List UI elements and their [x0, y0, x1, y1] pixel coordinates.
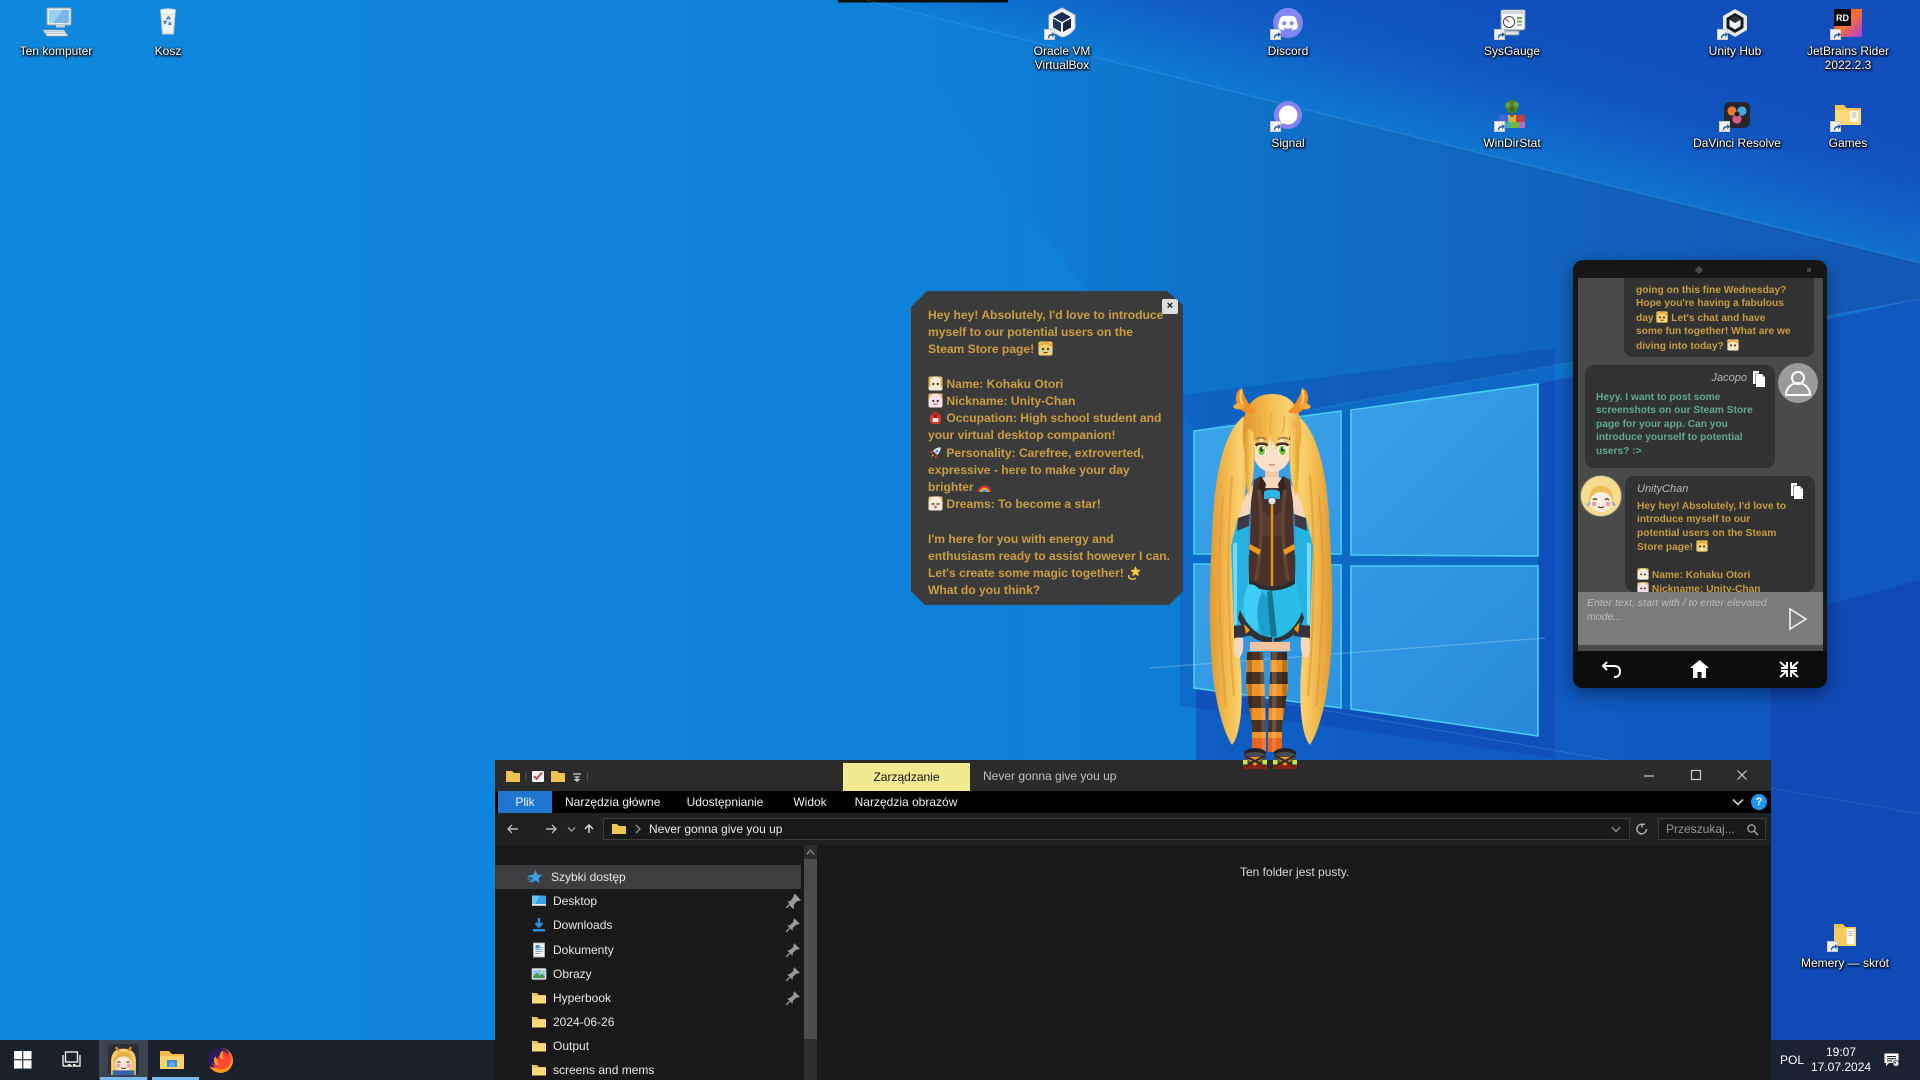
svg-text:RD: RD	[1836, 13, 1849, 23]
